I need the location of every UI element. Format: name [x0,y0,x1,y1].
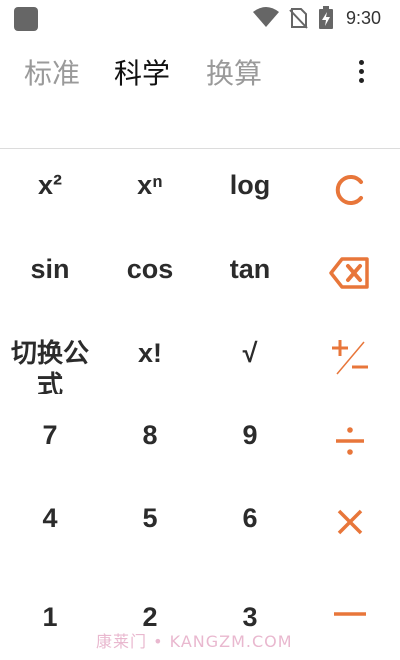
digit-8-key[interactable]: 8 [100,420,200,451]
backspace-key[interactable] [300,256,400,290]
multiply-icon [337,509,363,535]
divide-icon [336,427,364,455]
status-bar: 9:30 [0,0,400,36]
power-key[interactable]: xⁿ [100,170,200,201]
sin-key[interactable]: sin [0,254,100,285]
minus-icon [334,612,366,616]
tab-standard[interactable]: 标准 [24,52,80,96]
plus-minus-icon [332,340,368,375]
plus-minus-key[interactable] [300,336,400,378]
tab-scientific[interactable]: 科学 [114,52,170,96]
minus-key[interactable] [300,604,400,624]
log-key[interactable]: log [200,170,300,201]
divide-key[interactable] [300,424,400,458]
app-icon [14,7,38,31]
watermark: 康莱门 • KANGZM.COM [96,632,293,651]
mode-tabs: 标准 科学 换算 [0,52,340,96]
tan-key[interactable]: tan [200,254,300,285]
cos-key[interactable]: cos [100,254,200,285]
square-key[interactable]: x² [0,170,100,201]
no-sim-icon [289,8,308,29]
switch-formula-key[interactable]: 切换公式 [0,338,100,394]
wifi-icon [253,7,279,27]
display-divider [0,148,400,149]
digit-1-key[interactable]: 1 [0,602,100,633]
multiply-key[interactable] [300,507,400,537]
clock: 9:30 [346,8,382,28]
digit-9-key[interactable]: 9 [200,420,300,451]
more-vert-icon[interactable] [350,56,372,92]
clear-key[interactable] [300,173,400,207]
factorial-key[interactable]: x! [100,338,200,369]
digit-7-key[interactable]: 7 [0,420,100,451]
tab-conversion[interactable]: 换算 [206,52,262,96]
clear-icon [335,175,363,205]
sqrt-key[interactable]: √ [200,338,300,369]
digit-5-key[interactable]: 5 [100,503,200,534]
battery-charging-icon [319,6,333,29]
backspace-icon [329,257,369,289]
digit-6-key[interactable]: 6 [200,503,300,534]
digit-4-key[interactable]: 4 [0,503,100,534]
